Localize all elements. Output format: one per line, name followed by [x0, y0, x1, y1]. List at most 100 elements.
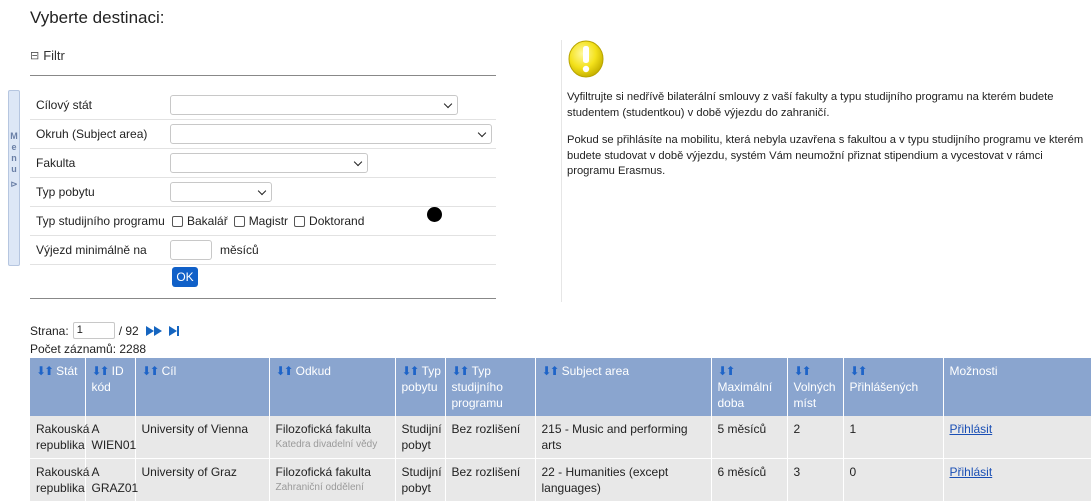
cell-subject-area: 22 - Humanities (except languages): [535, 459, 711, 501]
filter-row-country: Cílový stát: [30, 91, 496, 120]
filter-toggle[interactable]: ⊟ Filtr: [30, 48, 65, 63]
master-checkbox[interactable]: [234, 216, 245, 227]
country-label: Cílový stát: [36, 98, 92, 112]
sort-arrows-icon[interactable]: ⬇⬆: [542, 364, 558, 378]
vertical-separator: [561, 40, 562, 302]
filter-row-subject: Okruh (Subject area): [30, 120, 496, 149]
page-title: Vyberte destinaci:: [30, 8, 165, 28]
cell-free-places: 3: [787, 459, 843, 501]
faculty-label: Fakulta: [36, 156, 75, 170]
column-header-subject-area[interactable]: ⬇⬆Subject area: [535, 358, 711, 416]
menu-expand-icon: ⊳: [10, 179, 18, 190]
cell-id: A GRAZ01: [85, 459, 135, 501]
cell-applicants: 0: [843, 459, 943, 501]
sort-arrows-icon[interactable]: ⬇⬆: [402, 364, 418, 378]
ok-button[interactable]: OK: [172, 267, 198, 287]
cell-id: A WIEN01: [85, 416, 135, 459]
sort-arrows-icon[interactable]: ⬇⬆: [142, 364, 158, 378]
apply-link[interactable]: Přihlásit: [950, 422, 993, 436]
next-page-icon[interactable]: [146, 326, 162, 336]
filter-bottom-divider: [30, 298, 496, 299]
min-duration-label: Výjezd minimálně na: [36, 243, 147, 257]
cell-options: Přihlásit: [943, 416, 1091, 459]
bachelor-checkbox[interactable]: [172, 216, 183, 227]
cell-max-duration: 6 měsíců: [711, 459, 787, 501]
results-table: ⬇⬆Stát ⬇⬆ID kód ⬇⬆Cíl ⬇⬆Odkud ⬇⬆Typ poby…: [30, 358, 1091, 501]
cursor-dot: [427, 207, 442, 222]
column-header-id[interactable]: ⬇⬆ID kód: [85, 358, 135, 416]
filter-row-stay-type: Typ pobytu: [30, 178, 496, 207]
min-months-input[interactable]: [170, 240, 212, 260]
country-select[interactable]: [170, 95, 458, 115]
cell-country: Rakouská republika: [30, 416, 85, 459]
chevron-down-icon: [354, 157, 362, 165]
sort-arrows-icon[interactable]: ⬇⬆: [276, 364, 292, 378]
column-header-free-places[interactable]: ⬇⬆Volných míst: [787, 358, 843, 416]
months-label: měsíců: [220, 243, 259, 257]
table-row: Rakouská republika A GRAZ01 University o…: [30, 459, 1091, 501]
column-header-options: Možnosti: [943, 358, 1091, 416]
menu-letter: M: [10, 131, 18, 142]
filter-row-min-duration: Výjezd minimálně na měsíců: [30, 236, 496, 265]
filter-form: Cílový stát Okruh (Subject area) Fakulta…: [30, 91, 496, 265]
page-total: / 92: [119, 324, 139, 338]
table-row: Rakouská republika A WIEN01 University o…: [30, 416, 1091, 459]
column-header-program-type[interactable]: ⬇⬆Typ studijního programu: [445, 358, 535, 416]
cell-max-duration: 5 měsíců: [711, 416, 787, 459]
cell-from: Filozofická fakultaKatedra divadelní věd…: [269, 416, 395, 459]
sort-arrows-icon[interactable]: ⬇⬆: [452, 364, 468, 378]
page-number-input[interactable]: 1: [73, 322, 115, 339]
cell-country: Rakouská republika: [30, 459, 85, 501]
collapse-icon: ⊟: [30, 49, 39, 62]
info-message: Vyfiltrujte si nedřívě bilaterální smlou…: [567, 90, 1091, 192]
cell-program-type: Bez rozlišení: [445, 416, 535, 459]
menu-letter: n: [11, 153, 17, 164]
filter-row-program-type: Typ studijního programu Bakalář Magistr …: [30, 207, 496, 236]
sort-arrows-icon[interactable]: ⬇⬆: [794, 363, 833, 379]
apply-link[interactable]: Přihlásit: [950, 465, 993, 479]
record-count: Počet záznamů: 2288: [30, 342, 146, 356]
info-paragraph: Vyfiltrujte si nedřívě bilaterální smlou…: [567, 90, 1091, 121]
warning-exclamation-icon: [567, 38, 605, 80]
subject-area-label: Okruh (Subject area): [36, 127, 147, 141]
cell-target: University of Graz: [135, 459, 269, 501]
doctoral-checkbox[interactable]: [294, 216, 305, 227]
program-type-checkboxes: Bakalář Magistr Doktorand: [170, 214, 364, 228]
last-page-icon[interactable]: [169, 326, 182, 336]
cell-free-places: 2: [787, 416, 843, 459]
stay-type-label: Typ pobytu: [36, 185, 95, 199]
info-paragraph: Pokud se přihlásíte na mobilitu, která n…: [567, 133, 1091, 180]
cell-target: University of Vienna: [135, 416, 269, 459]
bachelor-label: Bakalář: [187, 214, 228, 228]
chevron-down-icon: [258, 186, 266, 194]
column-header-applicants[interactable]: ⬇⬆Přihlášených: [843, 358, 943, 416]
filter-toggle-label: Filtr: [43, 48, 65, 63]
column-header-max-duration[interactable]: ⬇⬆Maximální doba: [711, 358, 787, 416]
sort-arrows-icon[interactable]: ⬇⬆: [92, 364, 108, 378]
master-label: Magistr: [249, 214, 288, 228]
sort-arrows-icon[interactable]: ⬇⬆: [36, 364, 52, 378]
sort-arrows-icon[interactable]: ⬇⬆: [718, 363, 777, 379]
faculty-select[interactable]: [170, 153, 368, 173]
menu-letter: u: [11, 164, 17, 175]
cell-stay-type: Studijní pobyt: [395, 459, 445, 501]
chevron-down-icon: [478, 128, 486, 136]
page-label: Strana:: [30, 324, 69, 338]
filter-top-divider: [30, 75, 496, 76]
column-header-stay-type[interactable]: ⬇⬆Typ pobytu: [395, 358, 445, 416]
column-header-country[interactable]: ⬇⬆Stát: [30, 358, 85, 416]
sort-arrows-icon[interactable]: ⬇⬆: [850, 363, 933, 379]
column-header-target[interactable]: ⬇⬆Cíl: [135, 358, 269, 416]
filter-row-faculty: Fakulta: [30, 149, 496, 178]
doctoral-label: Doktorand: [309, 214, 364, 228]
cell-applicants: 1: [843, 416, 943, 459]
cell-subject-area: 215 - Music and performing arts: [535, 416, 711, 459]
program-type-label: Typ studijního programu: [36, 214, 165, 228]
subject-area-select[interactable]: [170, 124, 492, 144]
cell-from: Filozofická fakultaZahraniční oddělení: [269, 459, 395, 501]
cell-stay-type: Studijní pobyt: [395, 416, 445, 459]
column-header-from[interactable]: ⬇⬆Odkud: [269, 358, 395, 416]
side-menu-tab[interactable]: M e n u ⊳: [8, 90, 20, 266]
menu-letter: e: [11, 142, 16, 153]
stay-type-select[interactable]: [170, 182, 272, 202]
